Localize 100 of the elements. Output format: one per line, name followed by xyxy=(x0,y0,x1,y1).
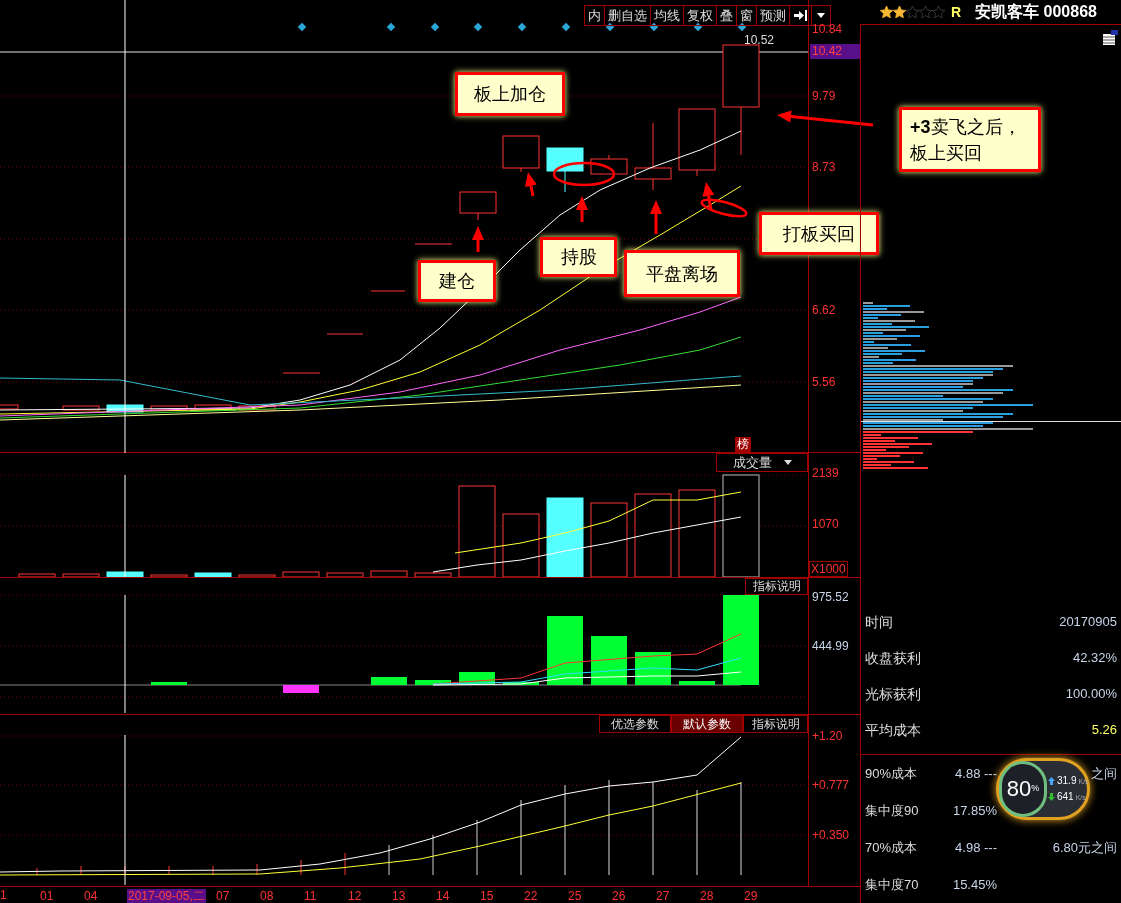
stat-value: 4.88 --- xyxy=(954,764,997,783)
indicator-stick xyxy=(344,852,346,876)
stat-label: 集中度70 xyxy=(865,875,920,894)
volume-bar xyxy=(414,572,452,577)
candlestick xyxy=(546,147,584,193)
annotation-label: 建仓 xyxy=(418,260,496,302)
indicator-help-button[interactable]: 指标说明 xyxy=(743,715,808,733)
date-label: 04 xyxy=(84,888,98,903)
stat-value: 15.45% xyxy=(951,875,997,894)
axis-label: 10.84 xyxy=(812,22,843,36)
arrow-icon xyxy=(576,196,588,222)
arrow-to-bar-icon xyxy=(794,10,807,21)
date-label: 12 xyxy=(348,888,362,903)
diamond-marker xyxy=(517,22,527,32)
toolbar-button[interactable]: 预测 xyxy=(757,6,790,25)
indicator-stick xyxy=(300,859,302,876)
volume-bar xyxy=(194,572,232,577)
indicator-help-button[interactable]: 指标说明 xyxy=(745,578,808,595)
arrow-icon xyxy=(777,110,874,127)
toolbar-button[interactable]: 内 xyxy=(585,6,605,25)
stat-label: 70%成本 xyxy=(865,838,919,857)
indicator-stick xyxy=(476,819,478,876)
percent-unit: % xyxy=(1031,783,1040,794)
date-label: 14 xyxy=(436,888,450,903)
toolbar-button[interactable]: 复权 xyxy=(684,6,717,25)
parameter-tab[interactable]: 优选参数 xyxy=(599,715,671,733)
indicator-bar xyxy=(547,616,583,685)
cursor-date-label: 2017-09-05,二 xyxy=(127,888,206,903)
candlestick xyxy=(502,135,540,173)
download-speed: 641 xyxy=(1057,791,1074,803)
diamond-marker xyxy=(386,22,396,32)
caret-icon xyxy=(817,13,825,18)
diamond-marker xyxy=(693,22,703,32)
diamond-marker xyxy=(649,22,659,32)
percent-value: 80 xyxy=(1006,777,1032,801)
volume-bar xyxy=(150,574,188,577)
axis-label: +1.20 xyxy=(812,729,843,743)
stat-label: 集中度90 xyxy=(865,801,920,820)
caret-icon xyxy=(783,460,792,465)
upload-arrow-icon xyxy=(1048,777,1055,785)
stat-value: 17.85% xyxy=(951,801,997,820)
candlestick xyxy=(106,404,144,413)
indicator-bar xyxy=(503,682,539,685)
volume-bar xyxy=(370,570,408,577)
date-label: 29 xyxy=(744,888,758,903)
candlestick xyxy=(326,333,364,335)
date-label: 08 xyxy=(260,888,274,903)
axis-label: 9.79 xyxy=(812,89,836,103)
high-price-marker: 10.52 xyxy=(744,33,775,47)
upload-speed: 31.9 xyxy=(1057,775,1077,787)
indicator-stick xyxy=(168,865,170,876)
star-icon xyxy=(906,6,919,18)
date-label: 01 xyxy=(40,888,54,903)
arrow-icon xyxy=(472,226,484,252)
axis-label: +0.777 xyxy=(812,778,850,792)
candlestick xyxy=(0,404,19,410)
date-label: 25 xyxy=(568,888,582,903)
indicator-bar xyxy=(415,680,451,685)
star-icon xyxy=(893,6,906,18)
diamond-marker xyxy=(561,22,571,32)
volume-bar xyxy=(106,571,144,577)
volume-bar xyxy=(282,571,320,577)
axis-label: 2139 xyxy=(812,466,839,480)
date-label: 13 xyxy=(392,888,406,903)
axis-label: 5.56 xyxy=(812,375,836,389)
stat-value: 20170905 xyxy=(1059,613,1117,632)
toolbar-button[interactable]: 窗 xyxy=(737,6,757,25)
stat-value: 100.00% xyxy=(1065,685,1117,704)
volume-bar xyxy=(62,573,100,577)
diamond-marker xyxy=(737,22,747,32)
toolbar-button[interactable]: 均线 xyxy=(651,6,684,25)
candlestick xyxy=(282,372,321,374)
diamond-marker xyxy=(297,22,307,32)
star-icon xyxy=(919,6,932,18)
volume-bar xyxy=(18,573,56,577)
indicator-selector[interactable]: 成交量 xyxy=(716,453,808,472)
parameter-tab[interactable]: 默认参数 xyxy=(671,715,743,733)
axis-label: 6.62 xyxy=(812,303,836,317)
stat-label: 平均成本 xyxy=(865,720,921,740)
highlight-ellipse xyxy=(700,198,748,218)
indicator-stick xyxy=(80,865,82,876)
stat-label: 90%成本 xyxy=(865,764,919,783)
candlestick xyxy=(459,191,497,221)
toolbar-button[interactable]: 删自选 xyxy=(605,6,651,25)
date-label: 1 xyxy=(0,887,8,902)
axis-label: +0.350 xyxy=(812,828,850,842)
volume-bar xyxy=(238,574,276,577)
cursor-price-label: 10.42 xyxy=(810,44,861,59)
axis-label: 444.99 xyxy=(812,639,849,653)
indicator-bar xyxy=(591,636,627,685)
diamond-marker xyxy=(473,22,483,32)
stat-label: 收盘获利 xyxy=(865,648,921,668)
date-label: 11 xyxy=(304,888,317,903)
indicator-bar xyxy=(679,681,715,685)
arrow-icon xyxy=(525,172,537,197)
indicator-stick xyxy=(256,863,258,876)
download-arrow-icon xyxy=(1048,793,1055,801)
unit-label: X1000 xyxy=(809,561,848,577)
toolbar-button[interactable]: 叠 xyxy=(717,6,737,25)
indicator-bar xyxy=(151,682,187,685)
